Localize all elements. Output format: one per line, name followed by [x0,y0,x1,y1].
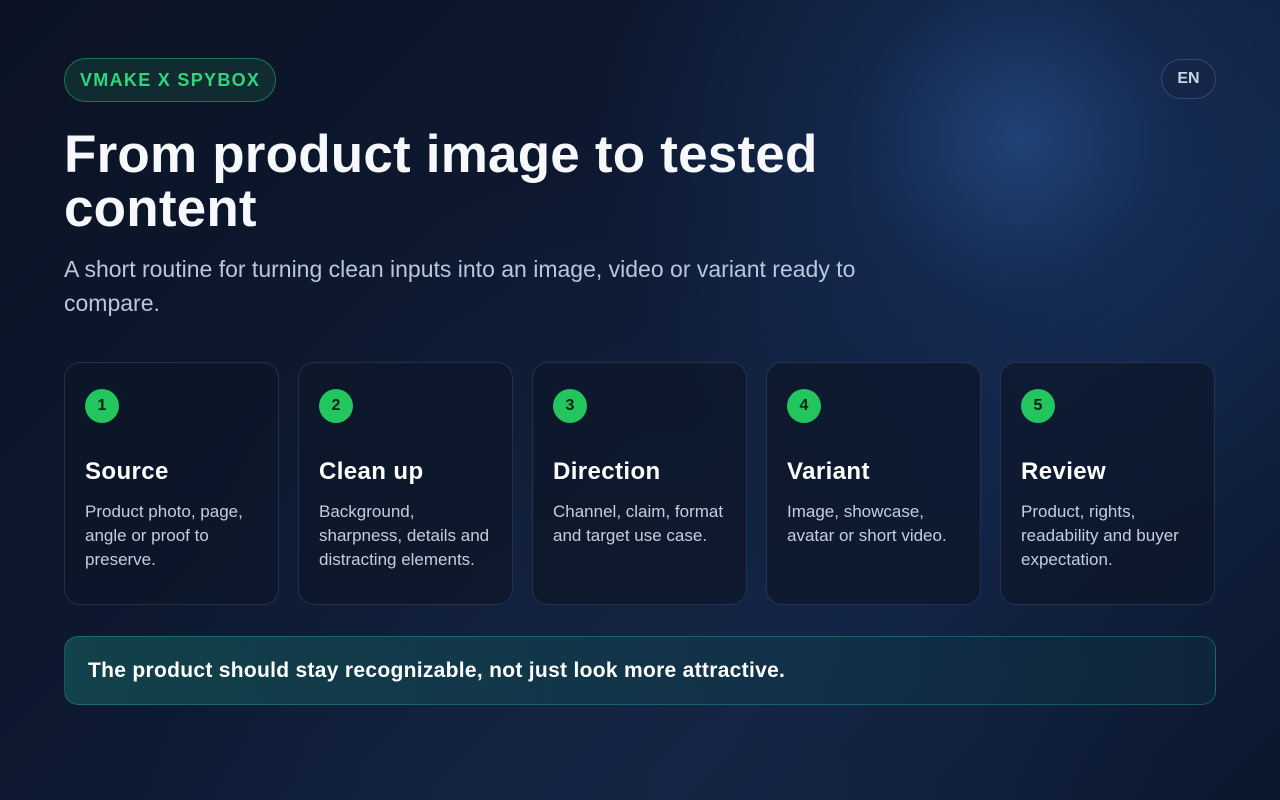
step-description: Product, rights, readability and buyer e… [1021,502,1179,569]
step-title: Variant [787,458,870,485]
step-description: Background, sharpness, details and distr… [319,502,490,569]
step-card-clean-up: 2 Clean up Background, sharpness, detail… [298,362,513,605]
step-card-direction: 3 Direction Channel, claim, format and t… [532,362,747,605]
step-description: Product photo, page, angle or proof to p… [85,502,243,569]
step-title: Direction [553,458,661,485]
brand-badge: VMAKE X SPYBOX [64,58,277,102]
step-description: Image, showcase, avatar or short video. [787,502,947,545]
steps-list: 1 Source Product photo, page, angle or p… [64,362,1216,605]
key-message-banner: The product should stay recognizable, no… [64,636,1216,705]
page-subtitle: A short routine for turning clean inputs… [64,256,856,316]
step-title: Review [1021,458,1107,485]
language-button[interactable]: EN [1161,59,1216,99]
step-number: 1 [85,389,119,423]
page-title: From product image to tested content [64,125,818,238]
step-card-review: 5 Review Product, rights, readability an… [1000,362,1215,605]
step-number: 4 [787,389,821,423]
step-description: Channel, claim, format and target use ca… [553,502,724,545]
step-title: Source [85,458,169,485]
step-title: Clean up [319,458,424,485]
step-number: 3 [553,389,587,423]
step-number: 2 [319,389,353,423]
step-card-variant: 4 Variant Image, showcase, avatar or sho… [766,362,981,605]
step-card-source: 1 Source Product photo, page, angle or p… [64,362,279,605]
step-number: 5 [1021,389,1055,423]
